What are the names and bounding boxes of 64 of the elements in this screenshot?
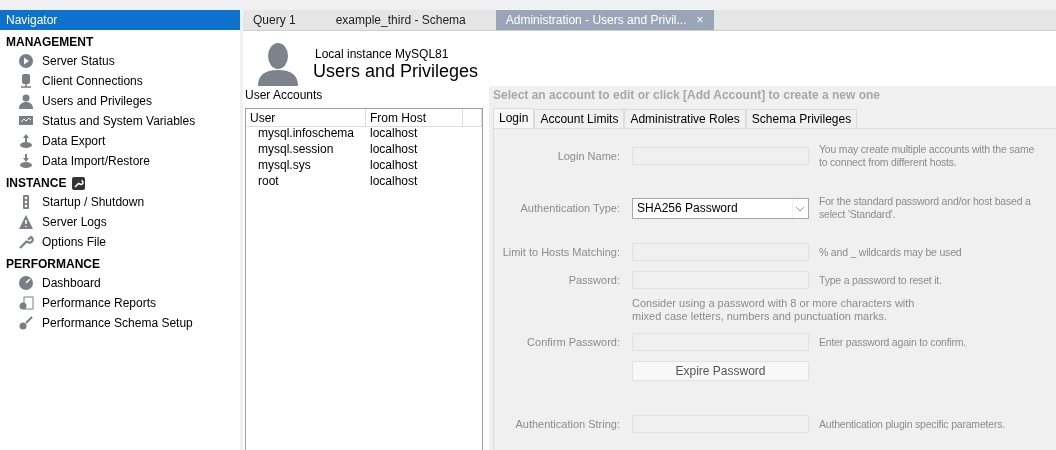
section-heading: MANAGEMENT [6, 35, 94, 49]
field-label: Authentication Type: [519, 202, 621, 214]
column-header[interactable]: From Host [366, 109, 463, 127]
database-icon [18, 73, 34, 89]
select-field[interactable]: SHA256 Password [632, 197, 809, 219]
navigator-item[interactable]: Startup / Shutdown [0, 192, 240, 212]
host-cell[interactable]: localhost [366, 157, 463, 173]
user-cell[interactable]: root [246, 173, 366, 189]
host-cell[interactable]: localhost [366, 141, 463, 157]
warning-icon [18, 214, 34, 230]
host-cell[interactable]: localhost [366, 125, 463, 141]
details-tab[interactable]: Account Limits [534, 109, 625, 128]
upload-icon [18, 133, 34, 149]
user-cell[interactable]: mysql.infoschema [246, 125, 366, 141]
navigator-item[interactable]: Status and System Variables [0, 111, 240, 131]
navigator-item[interactable]: Data Import/Restore [0, 151, 240, 171]
details-tab[interactable]: Login [493, 108, 535, 129]
column-header[interactable]: User [246, 109, 366, 127]
editor-tab[interactable]: example_third - Schema [325, 10, 476, 30]
section-heading: INSTANCE [6, 176, 67, 190]
details-prompt: Select an account to edit or click [Add Account] to create a new one [493, 87, 881, 104]
navigator-item[interactable]: Server Logs [0, 212, 240, 232]
instance-label: Local instance MySQL81 [315, 47, 450, 61]
navigator-title: Navigator [0, 10, 240, 30]
play-icon [18, 53, 34, 69]
navigator-item[interactable]: Performance Schema Setup [0, 313, 240, 333]
field-hint: Type a password to reset it. [819, 273, 943, 287]
details-tab[interactable]: Schema Privileges [745, 109, 858, 128]
navigator-item[interactable]: Options File [0, 232, 240, 252]
editor-tab[interactable]: Query 1 [243, 10, 306, 30]
navigator-item[interactable]: Data Export [0, 131, 240, 151]
user-avatar-icon [255, 40, 301, 86]
details-tab[interactable]: Administrative Roles [624, 109, 746, 128]
accounts-title: User Accounts [245, 87, 324, 104]
page-title: Users and Privileges [313, 61, 479, 82]
download-icon [18, 153, 34, 169]
user-icon [18, 93, 34, 109]
navigator-item[interactable]: Dashboard [0, 273, 240, 293]
expire-password-button[interactable]: Expire Password [632, 361, 809, 381]
field-hint: You may create multiple accounts with the same to connect from different hosts. [819, 143, 1036, 169]
gauge-icon [18, 275, 34, 291]
field-label: Limit to Hosts Matching: [501, 246, 621, 258]
host-cell[interactable]: localhost [366, 173, 463, 189]
field-hint: Authentication plugin specific parameters. [819, 417, 1006, 431]
column-header [463, 109, 482, 127]
wrench-icon [18, 234, 34, 250]
navigator-item[interactable]: Server Status [0, 51, 240, 71]
field-label: Confirm Password: [526, 336, 621, 348]
navigator-item[interactable]: Client Connections [0, 71, 240, 91]
field-label: Login Name: [556, 150, 621, 162]
field-hint: Enter password again to confirm. [819, 335, 968, 349]
field-hint: % and _ wildcards may be used [819, 245, 963, 259]
field-hint: For the standard password and/or host based a select 'Standard'. [819, 195, 1032, 221]
wrench-icon[interactable] [72, 176, 86, 190]
user-cell[interactable]: mysql.session [246, 141, 366, 157]
section-heading: PERFORMANCE [6, 257, 100, 271]
navigator-item[interactable]: Performance Reports [0, 293, 240, 313]
field-label: Password: [567, 274, 621, 286]
user-cell[interactable]: mysql.sys [246, 157, 366, 173]
field-label: Authentication String: [514, 418, 621, 430]
gear-wrench-icon [18, 315, 34, 331]
report-icon [18, 295, 34, 311]
navigator-item[interactable]: Users and Privileges [0, 91, 240, 111]
password-note: Consider using a password with 8 or more characters with mixed case letters, numbers and punctuation marks. [632, 297, 916, 323]
